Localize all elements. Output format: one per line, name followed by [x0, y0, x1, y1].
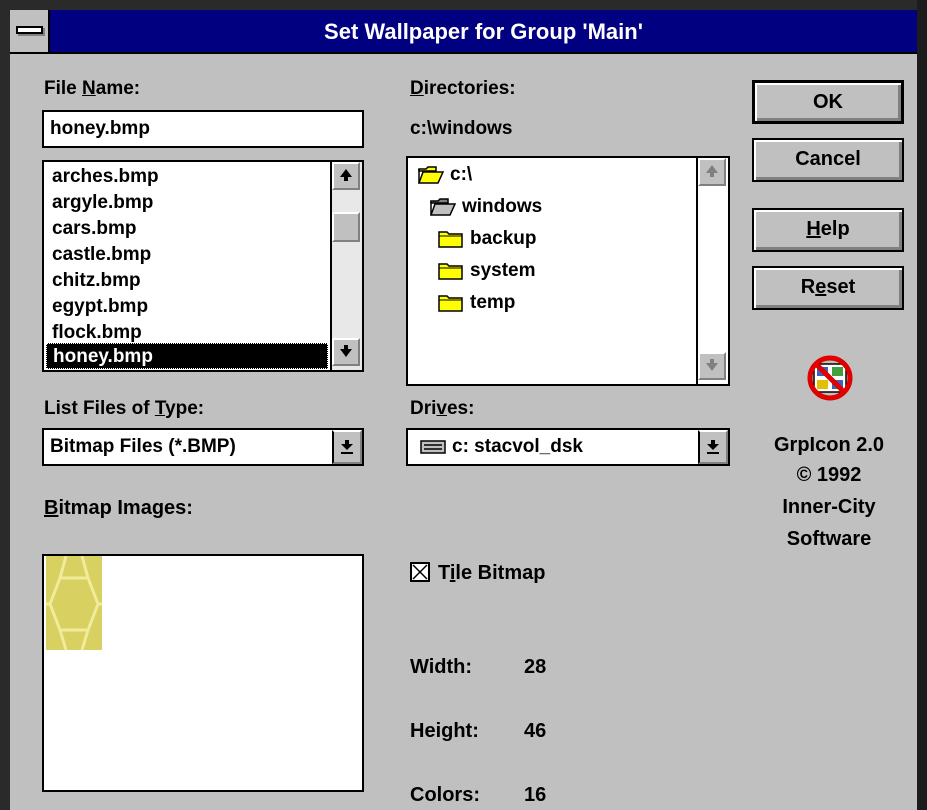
title-bar: Set Wallpaper for Group 'Main' — [10, 10, 917, 54]
file-list-item[interactable]: egypt.bmp — [52, 294, 148, 320]
window-frame-right — [917, 0, 927, 810]
drives-dropdown[interactable]: c: stacvol_dsk — [406, 428, 730, 466]
wallpaper-dialog: Set Wallpaper for Group 'Main' File Name… — [0, 0, 927, 810]
width-value: 28 — [524, 656, 547, 678]
directory-item-label: system — [470, 260, 536, 281]
arrow-down-icon — [340, 345, 352, 357]
file-name-label-rest: ame: — [95, 78, 141, 99]
file-type-dropdown-button[interactable] — [332, 430, 362, 464]
drives-dropdown-button[interactable] — [698, 430, 728, 464]
bitmap-images-label-mnemonic: B — [44, 497, 59, 519]
bitmap-preview — [42, 554, 364, 792]
tile-bitmap-checkbox[interactable] — [410, 562, 430, 582]
file-list-item[interactable]: argyle.bmp — [52, 190, 153, 216]
arrow-up-icon — [340, 169, 352, 181]
file-list-item[interactable]: arches.bmp — [52, 164, 159, 190]
reset-button-label-start: R — [800, 276, 816, 298]
height-label: Height: — [410, 720, 479, 742]
file-list-item[interactable]: chitz.bmp — [52, 268, 141, 294]
file-name-input[interactable]: honey.bmp — [42, 110, 364, 148]
scroll-up-button[interactable] — [698, 158, 726, 186]
cancel-button[interactable]: Cancel — [752, 138, 904, 182]
system-menu-icon — [16, 26, 43, 34]
window-frame-left — [0, 0, 10, 810]
drives-label-rest: es: — [446, 398, 475, 419]
file-type-dropdown[interactable]: Bitmap Files (*.BMP) — [42, 428, 364, 466]
file-type-value: Bitmap Files (*.BMP) — [50, 436, 236, 457]
drive-icon — [420, 440, 446, 454]
no-icons-logo-icon — [807, 355, 853, 401]
drives-label: Drives: — [410, 398, 474, 420]
colors-value: 16 — [524, 784, 547, 806]
arrow-down-icon — [706, 359, 718, 371]
chevron-down-icon — [341, 440, 353, 454]
file-name-label-text: File — [44, 78, 83, 99]
directory-item-label: temp — [470, 292, 516, 313]
reset-button-label-rest: set — [826, 276, 856, 298]
folder-icon — [438, 263, 463, 280]
arrow-up-icon — [706, 165, 718, 177]
reset-button[interactable]: Reset — [752, 266, 904, 310]
scroll-thumb[interactable] — [332, 212, 360, 242]
chevron-down-icon — [707, 440, 719, 454]
about-line-3: Inner-City — [782, 496, 876, 518]
help-button-mnemonic: H — [806, 218, 821, 240]
honeycomb-bitmap-image — [46, 556, 102, 651]
file-type-label: List Files of Type: — [44, 398, 204, 420]
open-folder-icon — [418, 166, 444, 184]
about-line-4: Software — [786, 528, 872, 550]
folder-icon — [438, 231, 463, 248]
bitmap-images-label-rest: itmap Images: — [58, 497, 193, 519]
scroll-down-button[interactable] — [698, 352, 726, 380]
directory-item-label: windows — [462, 196, 543, 217]
colors-label: Colors: — [410, 784, 480, 806]
check-x-icon — [412, 564, 428, 580]
height-value: 46 — [524, 720, 547, 742]
ok-button[interactable]: OK — [752, 80, 904, 124]
file-name-label: File Name: — [44, 78, 140, 100]
help-button-label: elp — [820, 218, 850, 240]
open-folder-icon — [430, 198, 456, 216]
directories-label: Directories: — [410, 78, 516, 100]
reset-button-mnemonic: e — [815, 276, 827, 298]
drives-value: c: stacvol_dsk — [452, 436, 583, 457]
help-button[interactable]: Help — [752, 208, 904, 252]
bitmap-images-label: Bitmap Images: — [44, 497, 193, 520]
file-type-label-mnemonic: T — [154, 398, 166, 419]
file-type-label-rest: ype: — [165, 398, 205, 419]
about-line-2: © 1992 — [796, 464, 862, 486]
tile-bitmap-label-rest: le Bitmap — [455, 562, 546, 584]
directory-item-label: backup — [470, 228, 537, 249]
system-menu-button[interactable] — [10, 10, 50, 52]
directory-list[interactable]: c:\ windows backup system temp — [406, 156, 730, 386]
file-list-scrollbar[interactable] — [330, 162, 362, 370]
file-list-item-selected[interactable]: honey.bmp — [46, 343, 328, 369]
drives-label-text: Dri — [410, 398, 437, 419]
file-list-item[interactable]: castle.bmp — [52, 242, 151, 268]
directories-label-mnemonic: D — [410, 78, 424, 99]
tile-bitmap-label[interactable]: Tile Bitmap — [438, 562, 545, 585]
width-label: Width: — [410, 656, 473, 678]
scroll-down-button[interactable] — [332, 338, 360, 366]
file-name-label-mnemonic: N — [82, 78, 96, 99]
scroll-up-button[interactable] — [332, 162, 360, 190]
about-line-1: GrpIcon 2.0 — [773, 434, 885, 456]
file-type-label-text: List Files of — [44, 398, 155, 419]
directory-item-label: c:\ — [450, 164, 473, 185]
tile-bitmap-label-text: T — [438, 562, 450, 584]
drives-label-mnemonic: v — [436, 398, 447, 419]
folder-icon — [438, 295, 463, 312]
directories-label-rest: irectories: — [423, 78, 516, 99]
window-frame-top — [0, 0, 927, 10]
directory-list-scrollbar[interactable] — [696, 158, 728, 384]
current-directory-path: c:\windows — [410, 118, 513, 139]
file-list-item[interactable]: cars.bmp — [52, 216, 136, 242]
file-list[interactable]: arches.bmp argyle.bmp cars.bmp castle.bm… — [42, 160, 364, 372]
window-title: Set Wallpaper for Group 'Main' — [324, 19, 643, 44]
